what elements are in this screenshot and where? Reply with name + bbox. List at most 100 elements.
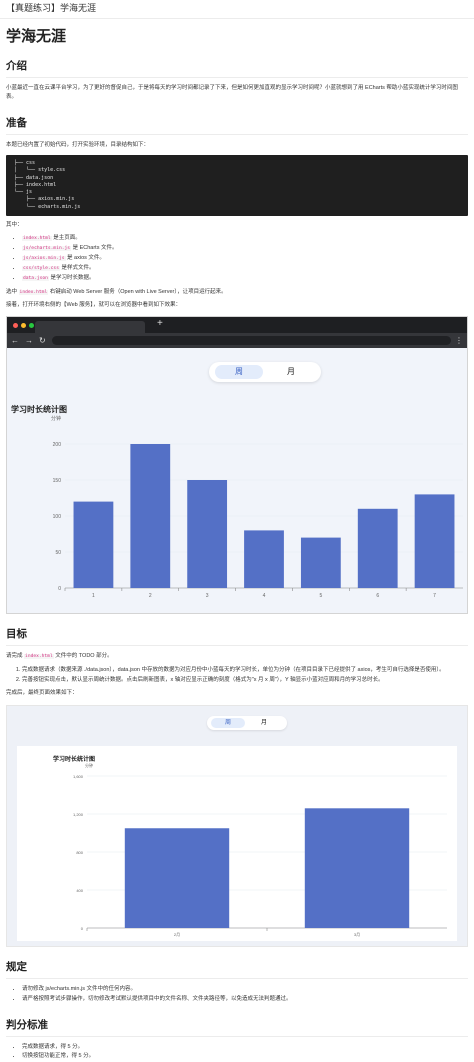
forward-arrow-icon[interactable]: → <box>25 336 33 345</box>
file-code: data.json <box>22 275 49 281</box>
bar[interactable] <box>357 509 398 589</box>
bar[interactable] <box>414 494 455 589</box>
browser-tab[interactable] <box>35 321 145 334</box>
browser-toolbar: ← → ↻ ⋮ <box>7 333 467 349</box>
list-item: data.json 是学习时长数据。 <box>22 274 468 284</box>
bar[interactable] <box>304 808 410 928</box>
list-item: 切换按钮功能正常，得 5 分。 <box>22 1052 468 1062</box>
file-desc: 是样式文件。 <box>61 264 95 271</box>
close-dot-icon[interactable] <box>13 322 18 328</box>
y-tick-label: 400 <box>76 888 83 893</box>
bar[interactable] <box>300 537 341 589</box>
monthly-bar-chart: 0 400 800 1,200 1,600 2月 3月 <box>73 774 447 937</box>
file-code: index.html <box>22 236 52 242</box>
file-desc: 是学习时长数据。 <box>50 274 95 281</box>
x-tick-label: 7 <box>433 593 436 599</box>
rules-list: 请勿修改 js/echarts.min.js 文件中的任何内容。 请严格按照考试… <box>6 985 468 1005</box>
list-item: 完善按钮实现点击，默认显示周统计数据。点击后刷新图表，x 轴对应显示正确的刻度（… <box>22 676 468 686</box>
scoring-list: 完成数据请求，得 5 分。 切换按钮功能正常，得 5 分。 <box>6 1043 468 1062</box>
section-rules-heading: 规定 <box>6 959 468 979</box>
maximize-dot-icon[interactable] <box>29 322 34 328</box>
chart-title: 学习时长统计图 <box>53 756 96 763</box>
bar[interactable] <box>130 444 171 589</box>
list-item: 完成数据请求，得 5 分。 <box>22 1043 468 1053</box>
new-tab-icon[interactable]: + <box>157 318 163 329</box>
browser-viewport: 周 月 学习时长统计图 分钟 0 50 100 150 200 1 2 3 4 5 6 7 <box>7 348 467 614</box>
result-screenshot: 周 月 学习时长统计图 分钟 0 400 800 1,200 1,600 2月 3月 <box>6 704 468 947</box>
file-desc: 是主页面。 <box>53 235 81 242</box>
directory-tree: ├── css │ └── style.css ├── data.json ├─… <box>6 155 468 216</box>
list-item: js/echarts.min.js 是 ECharts 文件。 <box>22 244 468 254</box>
week-button[interactable]: 周 <box>215 365 263 380</box>
section-prep-heading: 准备 <box>6 115 468 135</box>
goal-text: 请完成 index.html 文件中的 TODO 部分。 <box>6 652 468 661</box>
browser-text: 接着，打开环境右侧的【Web 服务】，就可以在浏览器中看到如下效果： <box>6 301 181 308</box>
file-desc: 是 axios 文件。 <box>67 254 105 261</box>
intro-text: 小蓝最近一直在云课平台学习，为了更好的督促自己，于是将每天的学习时间都记录了下来… <box>6 85 458 101</box>
list-item: 完成数据请求（数据来源 ./data.json），data.json 中存放的数… <box>22 666 468 676</box>
minimize-dot-icon[interactable] <box>21 322 26 328</box>
back-arrow-icon[interactable]: ← <box>11 336 19 345</box>
prep-text: 本题已经内置了初始代码，打开实验环境，目录结构如下： <box>6 141 150 148</box>
server-code: index.html <box>18 289 49 295</box>
goal-post: 文件中的 TODO 部分。 <box>55 653 113 660</box>
bar[interactable] <box>187 480 228 589</box>
menu-dots-icon[interactable]: ⋮ <box>455 336 463 345</box>
file-code: js/axios.min.js <box>22 255 66 261</box>
list-item: css/style.css 是样式文件。 <box>22 264 468 274</box>
x-tick-label: 3 <box>206 593 209 599</box>
browser-window: + ← → ↻ ⋮ 周 月 学习时长统计图 分钟 0 50 100 150 200 1 2 3… <box>6 316 468 615</box>
x-tick-label: 2 <box>149 593 152 599</box>
y-tick-label: 100 <box>53 514 62 520</box>
list-item: js/axios.min.js 是 axios 文件。 <box>22 254 468 264</box>
y-tick-label: 0 <box>58 586 61 592</box>
page-title: 学海无涯 <box>6 28 67 45</box>
server-pre: 选中 <box>6 288 18 295</box>
y-tick-label: 0 <box>81 926 84 931</box>
bar[interactable] <box>124 827 230 928</box>
bar[interactable] <box>73 501 114 589</box>
x-tick-label: 6 <box>376 593 379 599</box>
x-tick-label: 2月 <box>174 932 180 937</box>
reload-icon[interactable]: ↻ <box>39 336 46 345</box>
period-toggle: 周 月 <box>209 362 321 383</box>
goal-pre: 请完成 <box>6 653 23 660</box>
where-text: 其中： <box>6 221 23 228</box>
x-tick-label: 1 <box>92 593 95 599</box>
address-bar[interactable] <box>51 336 451 346</box>
month-button-result[interactable]: 月 <box>247 718 281 728</box>
chart-title: 学习时长统计图 <box>11 405 67 415</box>
file-list: index.html 是主页面。 js/echarts.min.js 是 ECh… <box>6 234 468 283</box>
y-tick-label: 1,200 <box>73 812 84 817</box>
list-item: 请勿修改 js/echarts.min.js 文件中的任何内容。 <box>22 985 468 995</box>
x-tick-label: 5 <box>319 593 322 599</box>
file-code: js/echarts.min.js <box>22 246 72 252</box>
browser-tabbar: + <box>7 317 467 334</box>
week-button-result[interactable]: 周 <box>211 717 245 728</box>
section-goal-heading: 目标 <box>6 626 468 647</box>
y-tick-label: 1,600 <box>73 774 84 779</box>
after-text: 完成后，最终页面效果如下： <box>6 690 78 697</box>
file-desc: 是 ECharts 文件。 <box>72 245 118 252</box>
result-chart-card: 学习时长统计图 分钟 0 400 800 1,200 1,600 2月 3月 <box>17 745 457 941</box>
x-tick-label: 3月 <box>354 932 360 937</box>
x-tick-label: 4 <box>263 593 266 599</box>
y-tick-label: 150 <box>53 478 62 484</box>
list-item: 请严格按照考试步骤操作，切勿修改考试默认提供项目中的文件名称、文件夹路径等，以免… <box>22 995 468 1005</box>
period-toggle-result: 周 月 <box>207 715 287 730</box>
bar[interactable] <box>244 530 284 589</box>
month-button[interactable]: 月 <box>267 365 315 379</box>
list-item: index.html 是主页面。 <box>22 234 468 244</box>
goal-list: 完成数据请求（数据来源 ./data.json），data.json 中存放的数… <box>6 666 468 686</box>
server-desc: 右键启动 Web Server 服务（Open with Live Server… <box>49 288 227 295</box>
server-text: 选中 index.html 右键启动 Web Server 服务（Open wi… <box>6 288 468 297</box>
section-intro-heading: 介绍 <box>6 58 468 78</box>
breadcrumb: 【真题练习】学海无涯 <box>0 0 474 19</box>
y-tick-label: 200 <box>53 442 62 448</box>
section-scoring-heading: 判分标准 <box>6 1017 468 1037</box>
y-tick-label: 50 <box>55 550 61 556</box>
goal-code: index.html <box>24 654 54 660</box>
y-tick-label: 800 <box>76 850 83 855</box>
weekly-bar-chart: 0 50 100 150 200 1 2 3 4 5 6 7 <box>53 442 463 599</box>
file-code: css/style.css <box>22 265 60 271</box>
